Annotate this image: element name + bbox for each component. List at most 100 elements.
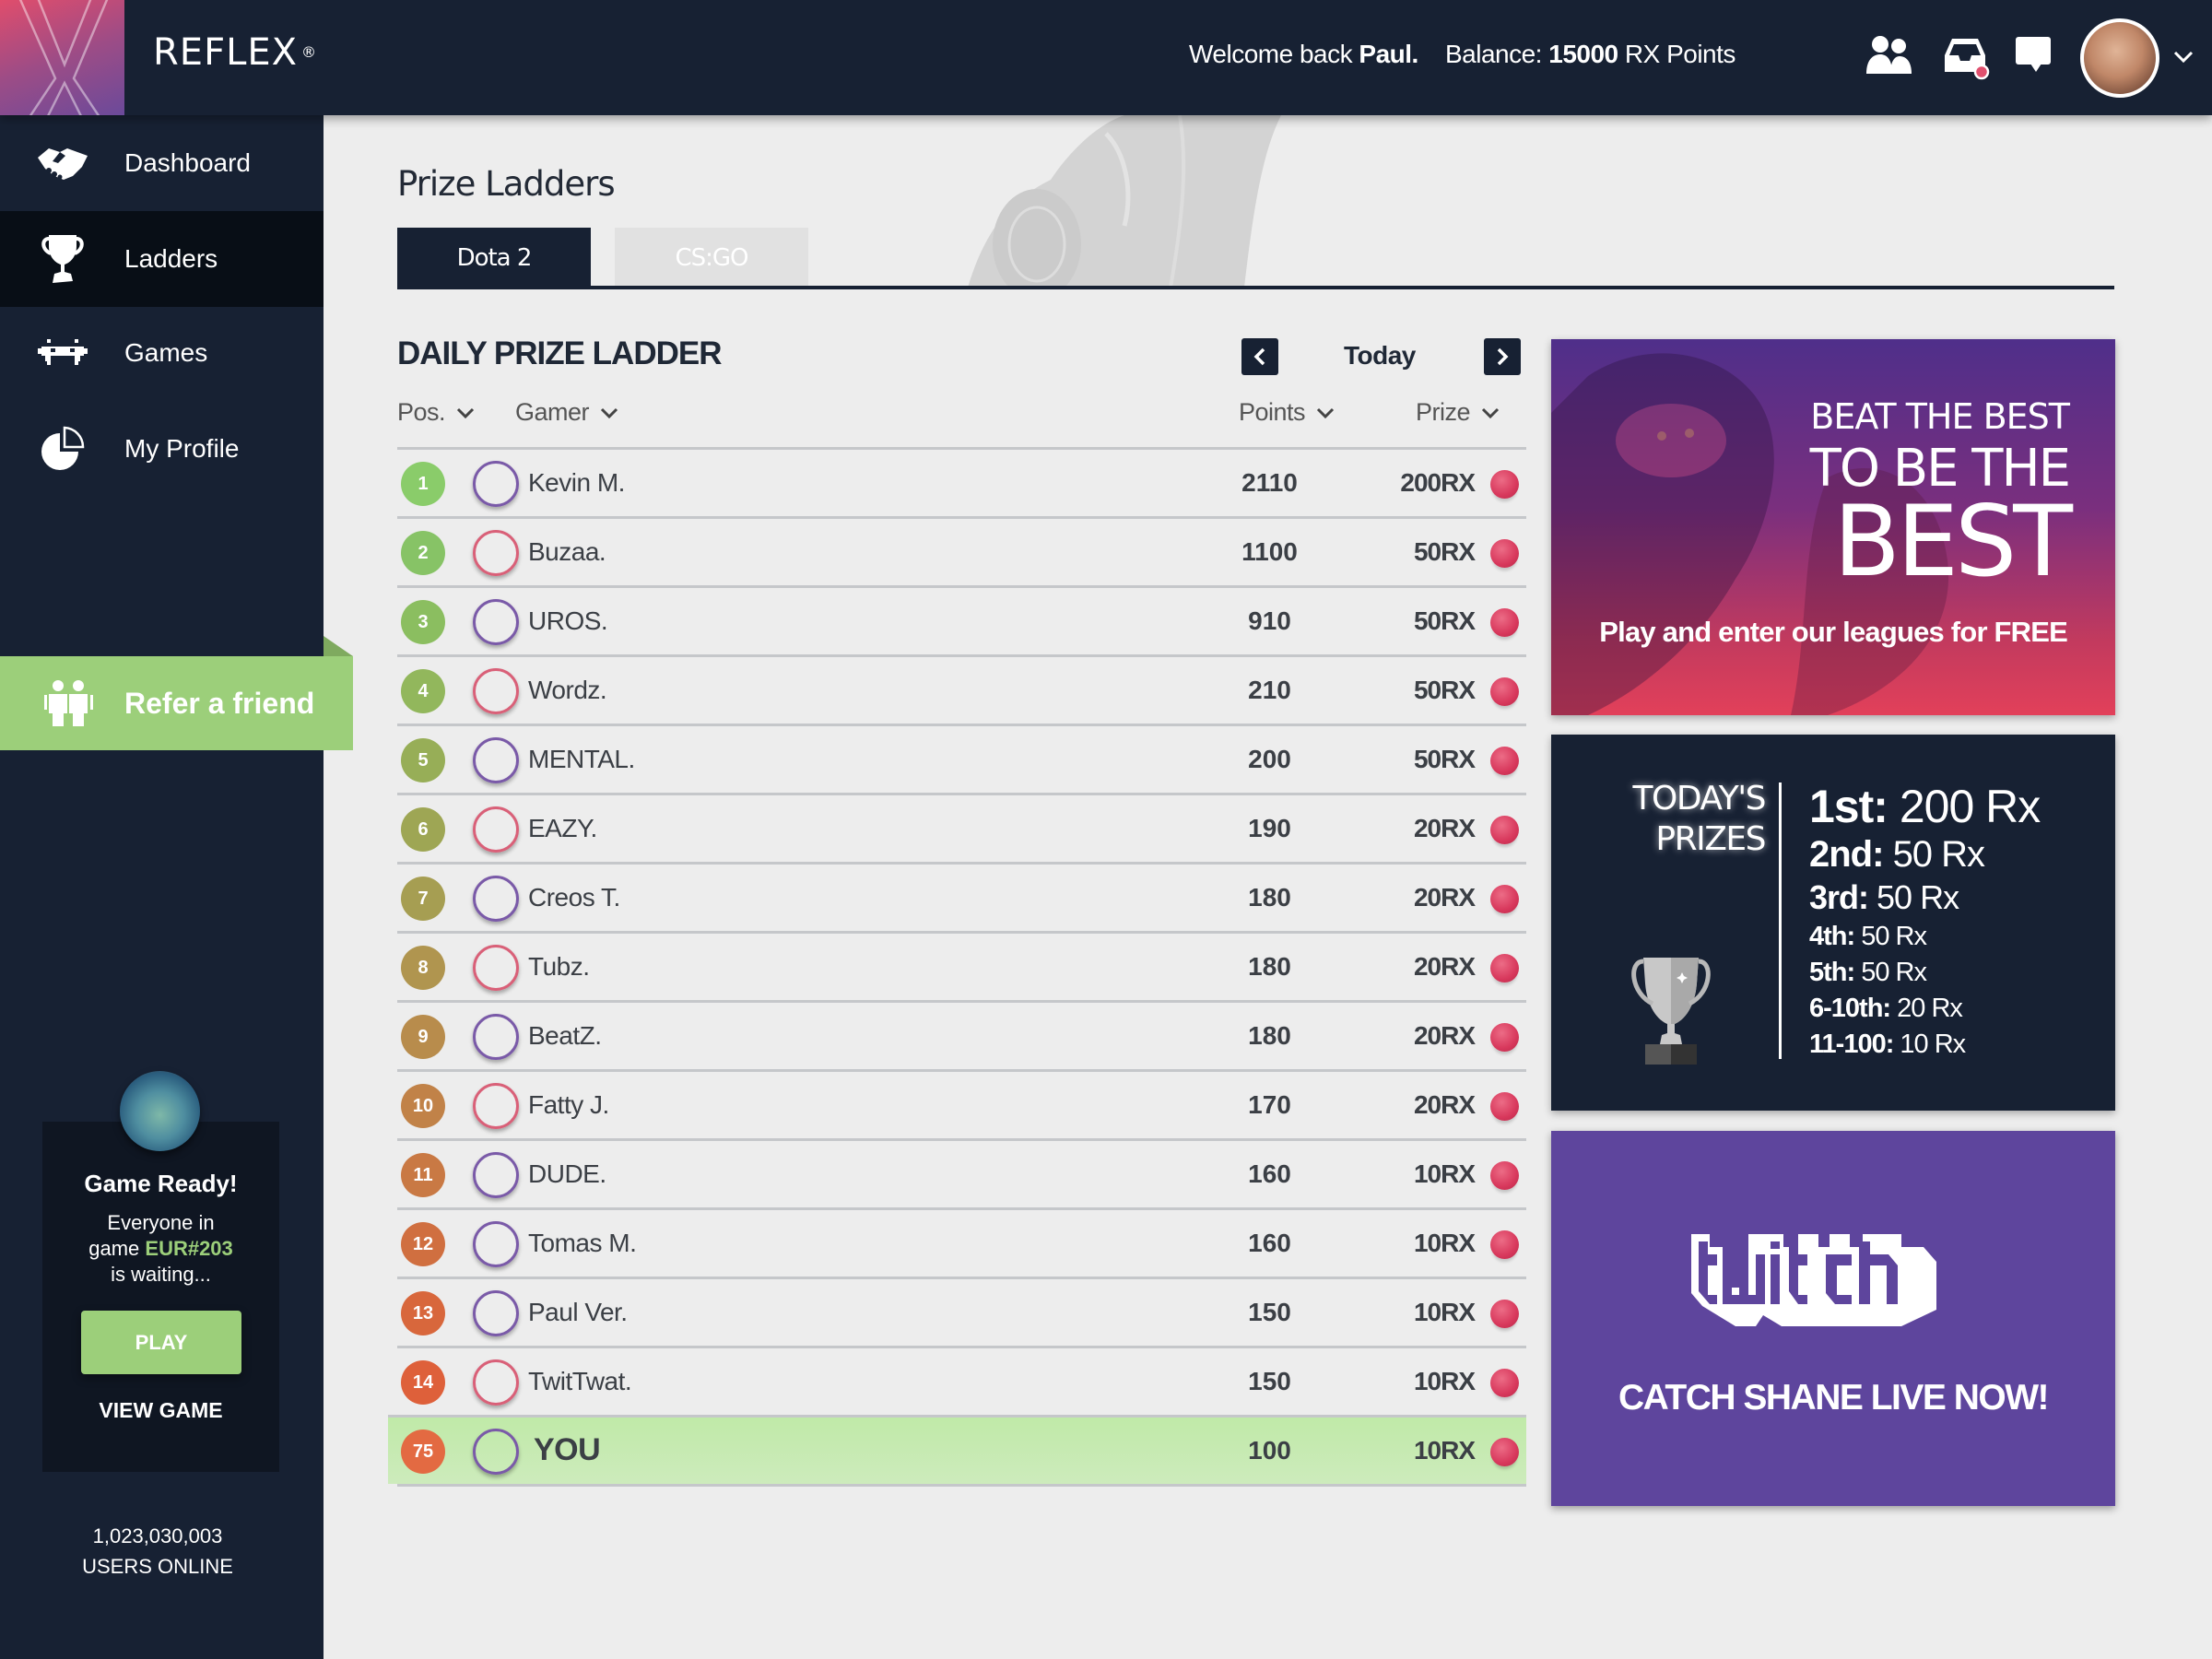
users-online-label: USERS ONLINE [82,1555,233,1578]
users-online: 1,023,030,003 USERS ONLINE [0,1521,315,1582]
ladder-row[interactable]: 13 Paul Ver. 150 10RX [397,1277,1526,1346]
gamer-avatar[interactable] [473,1359,519,1406]
rx-gem-icon [1490,1438,1519,1466]
gamer-avatar[interactable] [473,461,519,507]
gamer-name[interactable]: Creos T. [528,883,620,912]
prize-list: 1st: 200 Rx 2nd: 50 Rx 3rd: 50 Rx 4th: 50 R… [1809,781,2041,1063]
gamer-name[interactable]: EAZY. [528,814,597,843]
twitch-logo-icon [1691,1234,1936,1326]
gamer-avatar[interactable] [473,806,519,853]
ladder-row[interactable]: 3 UROS. 910 50RX [397,585,1526,654]
ladder-row[interactable]: 11 DUDE. 160 10RX [397,1138,1526,1207]
chevron-left-icon [1253,347,1265,366]
chevron-down-icon [456,407,475,418]
logo-mark[interactable] [0,0,124,115]
gamer-name[interactable]: Wordz. [528,676,607,705]
sort-points[interactable]: Points [1239,398,1335,427]
gamer-name[interactable]: TwitTwat. [528,1367,632,1396]
gamer-avatar[interactable] [473,1014,519,1060]
rx-gem-icon [1490,1369,1519,1397]
ladder-row[interactable]: 4 Wordz. 210 50RX [397,654,1526,724]
previous-day-button[interactable] [1241,338,1278,375]
ladder-row[interactable]: 6 EAZY. 190 20RX [397,793,1526,862]
balance-display: Balance: 15000 RX Points [1445,40,1735,69]
ladder-row[interactable]: 14 TwitTwat. 150 10RX [397,1346,1526,1415]
user-name: Paul. [1359,40,1418,68]
gamer-name[interactable]: MENTAL. [528,745,635,774]
chevron-right-icon [1497,347,1509,366]
sort-pos[interactable]: Pos. [397,398,475,427]
gamer-avatar[interactable] [473,737,519,783]
gamer-name[interactable]: Kevin M. [528,468,625,498]
promo-banner[interactable]: BEAT THE BEST TO BE THE BEST Play and en… [1551,339,2115,715]
ladder-row[interactable]: 5 MENTAL. 200 50RX [397,724,1526,793]
ladder-row[interactable]: 2 Buzaa. 1100 50RX [397,516,1526,585]
gamer-avatar[interactable] [473,530,519,576]
gamer-avatar[interactable] [473,1290,519,1336]
gamer-avatar[interactable] [473,945,519,991]
twitch-banner[interactable]: CATCH SHANE LIVE NOW! [1551,1131,2115,1506]
gamer-name[interactable]: YOU [534,1432,601,1468]
prize-value: 10RX [1413,1367,1476,1395]
sidebar-item-games[interactable]: Games [0,305,324,401]
game-code: EUR#203 [145,1237,233,1260]
ladder-row[interactable]: 1 Kevin M. 2110 200RX [397,447,1526,516]
chevron-down-icon[interactable] [2171,44,2195,68]
sidebar-item-my-profile[interactable]: My Profile [0,401,324,497]
prize-place: 5th: [1809,958,1855,987]
gamer-name[interactable]: Paul Ver. [528,1298,628,1327]
gamer-name[interactable]: Tubz. [528,952,590,982]
gamer-avatar[interactable] [473,1152,519,1198]
prizes-title-line: PRIZES [1655,820,1766,858]
gamer-name[interactable]: BeatZ. [528,1021,602,1051]
ladder-row[interactable]: 8 Tubz. 180 20RX [397,931,1526,1000]
brand-name[interactable]: REFLEX ® [153,31,317,74]
prize-value: 10RX [1413,1229,1476,1257]
column-header-gamer: Gamer [515,398,590,426]
next-day-button[interactable] [1484,338,1521,375]
sort-gamer[interactable]: Gamer [515,398,618,427]
prize-amount: 50 Rx [1877,878,1959,916]
gamer-name[interactable]: DUDE. [528,1159,606,1189]
prize-amount: 200 Rx [1899,781,2041,832]
ladder-row[interactable]: 12 Tomas M. 160 10RX [397,1207,1526,1277]
ladder-row[interactable]: 10 Fatty J. 170 20RX [397,1069,1526,1138]
rx-gem-icon [1490,1092,1519,1121]
top-header: REFLEX ® Welcome back Paul. Balance: 1500… [0,0,2212,115]
gamer-name[interactable]: Fatty J. [528,1090,609,1120]
gamer-name[interactable]: UROS. [528,606,608,636]
points-value: 200 [1248,745,1291,773]
position-badge: 9 [401,1015,445,1059]
ladder-row[interactable]: 7 Creos T. 180 20RX [397,862,1526,931]
space-invader-icon [35,325,90,381]
gamer-avatar[interactable] [473,1429,519,1475]
your-ladder-row[interactable]: 75 YOU 100 10RX [388,1415,1526,1484]
chat-icon[interactable] [2014,35,2064,76]
refer-label: Refer a friend [124,686,315,720]
prize-value: 10RX [1413,1436,1476,1465]
tab-csgo[interactable]: CS:GO [615,228,808,288]
gamer-avatar[interactable] [473,599,519,645]
view-game-link[interactable]: VIEW GAME [42,1398,279,1423]
user-avatar[interactable] [2080,18,2159,98]
notification-dot [1973,64,1990,80]
gamer-name[interactable]: Tomas M. [528,1229,637,1258]
gamer-avatar[interactable] [473,1221,519,1267]
points-value: 180 [1248,1021,1291,1050]
ladder-row[interactable]: 9 BeatZ. 180 20RX [397,1000,1526,1069]
todays-prizes-panel: TODAY'S PRIZES 1st: 200 Rx 2nd: 50 Rx 3rd:… [1551,735,2115,1111]
tab-dota-2[interactable]: Dota 2 [397,228,591,288]
inbox-icon[interactable] [1941,35,1991,80]
gamer-avatar[interactable] [473,1083,519,1129]
gamer-avatar[interactable] [473,668,519,714]
gamer-avatar[interactable] [473,876,519,922]
play-button[interactable]: PLAY [81,1311,241,1374]
sidebar-item-dashboard[interactable]: Dashboard [0,115,324,211]
refer-a-friend-button[interactable]: Refer a friend [0,656,353,750]
rx-gem-icon [1490,470,1519,499]
position-badge: 75 [401,1430,445,1474]
gamer-name[interactable]: Buzaa. [528,537,606,567]
sort-prize[interactable]: Prize [1416,398,1500,427]
friends-icon[interactable] [1865,35,1914,76]
sidebar-item-ladders[interactable]: Ladders [0,211,324,307]
